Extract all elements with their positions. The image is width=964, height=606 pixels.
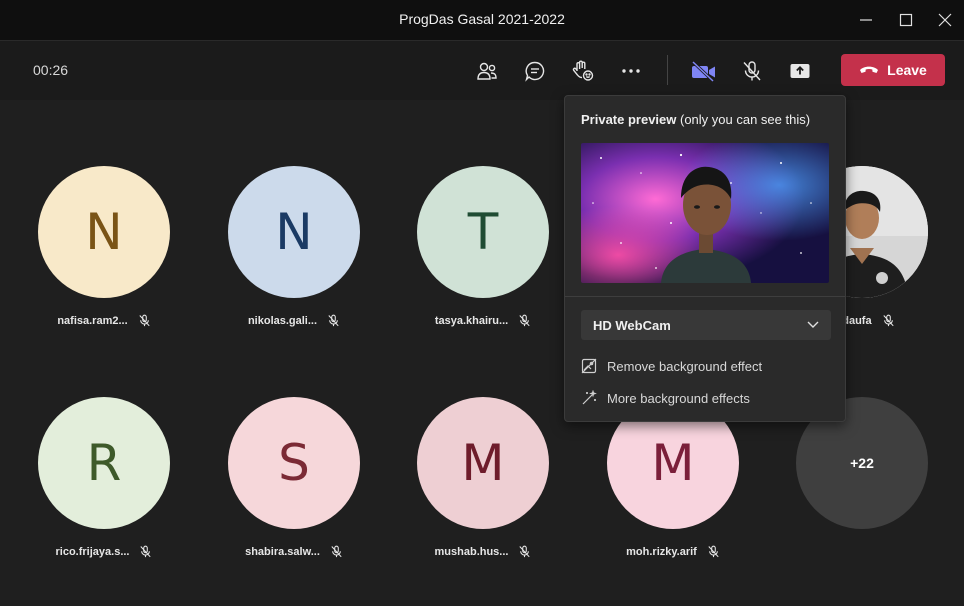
participant-tile[interactable]: R rico.frijaya.s...: [9, 397, 199, 558]
participant-name: rico.frijaya.s...: [55, 545, 130, 558]
remove-background-effect-option[interactable]: Remove background effect: [581, 354, 831, 378]
close-icon: [938, 13, 952, 27]
mic-off-icon: [328, 314, 339, 327]
people-icon: [477, 62, 497, 80]
participant-tile[interactable]: S shabira.salw...: [199, 397, 389, 558]
avatar: T: [417, 166, 549, 298]
maximize-icon: [899, 13, 913, 27]
preview-subtitle: (only you can see this): [676, 112, 811, 127]
no-image-icon: [581, 358, 597, 374]
camera-preview: [581, 143, 829, 283]
close-button[interactable]: [933, 8, 957, 32]
participant-name-row: mushab.hus...: [388, 545, 578, 558]
avatar-initial: N: [275, 203, 313, 261]
mic-off-icon: [882, 314, 894, 327]
participant-name-row: moh.rizky.arif: [578, 545, 768, 558]
avatar: R: [38, 397, 170, 529]
participant-name: tasya.khairu...: [434, 314, 509, 327]
preview-title: Private preview: [581, 112, 677, 127]
participant-name: mushab.hus...: [434, 545, 509, 558]
avatar-initial: M: [651, 434, 695, 492]
participant-name-row: tasya.khairu...: [388, 314, 578, 327]
camera-select-value: HD WebCam: [593, 317, 671, 333]
participant-name: moh.rizky.arif: [626, 545, 697, 558]
leave-button[interactable]: Leave: [841, 54, 945, 86]
reactions-button[interactable]: [569, 57, 597, 85]
raise-hand-icon: [572, 60, 594, 81]
magic-wand-icon: [582, 390, 597, 405]
avatar-initial: M: [461, 434, 505, 492]
more-background-effects-option[interactable]: More background effects: [581, 386, 831, 410]
more-background-effects-label: More background effects: [607, 390, 750, 406]
toolbar-divider: [667, 55, 668, 85]
minimize-icon: [860, 19, 872, 21]
participant-name: nikolas.gali...: [247, 314, 318, 327]
window-title: ProgDas Gasal 2021-2022: [399, 11, 565, 27]
minimize-button[interactable]: [854, 8, 878, 32]
share-icon: [790, 64, 810, 78]
hang-up-icon: [860, 66, 879, 73]
mic-off-icon: [519, 545, 531, 558]
avatar: M: [417, 397, 549, 529]
mic-off-icon: [331, 545, 342, 558]
avatar-initial: S: [278, 434, 310, 492]
mic-toggle-button[interactable]: [738, 57, 766, 85]
participant-name: shabira.salw...: [245, 545, 320, 558]
mic-off-icon: [519, 314, 530, 327]
call-timer: 00:26: [33, 62, 69, 78]
camera-toggle-button[interactable]: [690, 57, 718, 85]
participant-tile[interactable]: M mushab.hus...: [388, 397, 578, 558]
participant-name-row: shabira.salw...: [199, 545, 389, 558]
leave-label: Leave: [887, 62, 927, 78]
avatar-initial: R: [86, 434, 122, 492]
mic-off-icon: [708, 545, 719, 558]
chat-button[interactable]: [521, 57, 549, 85]
mic-off-icon: [743, 61, 761, 81]
overflow-count: +22: [850, 455, 874, 471]
mic-off-icon: [139, 314, 150, 327]
camera-off-icon: [691, 60, 715, 82]
avatar: S: [228, 397, 360, 529]
participant-name-row: nafisa.ram2...: [9, 314, 199, 327]
participant-name-row: nikolas.gali...: [199, 314, 389, 327]
remove-background-label: Remove background effect: [607, 358, 763, 374]
camera-select-dropdown[interactable]: HD WebCam: [581, 310, 831, 340]
more-actions-button[interactable]: [617, 57, 645, 85]
chat-icon: [525, 61, 545, 82]
meeting-toolbar: 00:26 Leave: [0, 41, 964, 100]
participant-tile[interactable]: N nikolas.gali...: [199, 166, 389, 327]
chevron-down-icon: [807, 321, 819, 328]
private-preview-popup: Private preview (only you can see this): [564, 95, 846, 422]
participant-name-row: rico.frijaya.s...: [9, 545, 199, 558]
participant-tile[interactable]: N nafisa.ram2...: [9, 166, 199, 327]
avatar-initial: N: [85, 203, 123, 261]
participants-button[interactable]: [473, 57, 501, 85]
more-icon: [622, 69, 640, 73]
maximize-button[interactable]: [894, 8, 918, 32]
avatar: N: [228, 166, 360, 298]
share-screen-button[interactable]: [786, 57, 814, 85]
title-bar: ProgDas Gasal 2021-2022: [0, 0, 964, 41]
mic-off-icon: [140, 545, 152, 558]
participant-name: nafisa.ram2...: [57, 314, 128, 327]
avatar-initial: T: [467, 203, 499, 261]
avatar: N: [38, 166, 170, 298]
popup-divider: [565, 296, 845, 297]
participant-tile[interactable]: T tasya.khairu...: [388, 166, 578, 327]
preview-heading: Private preview (only you can see this): [581, 112, 810, 127]
